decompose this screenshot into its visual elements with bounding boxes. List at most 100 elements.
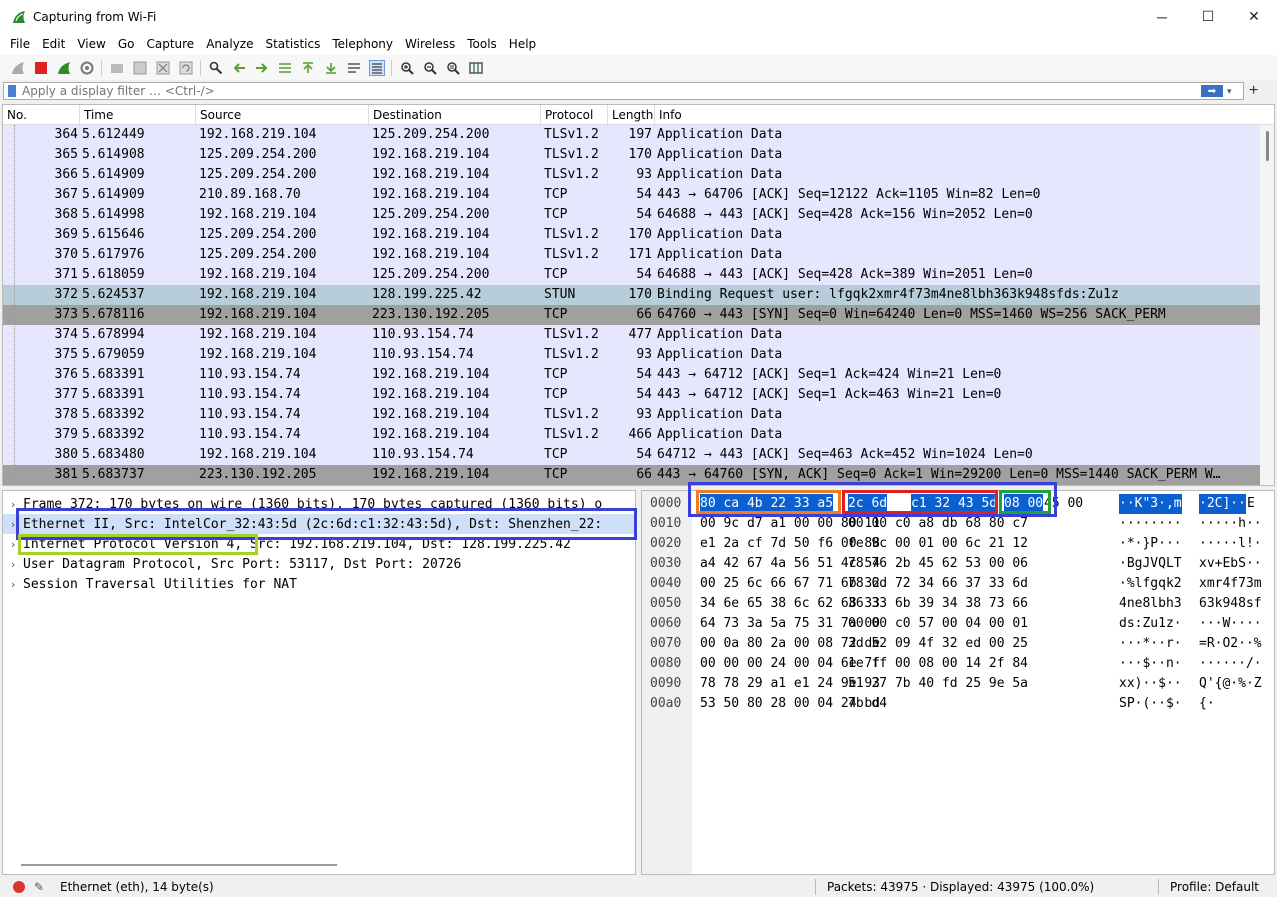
resize-columns-icon[interactable] bbox=[468, 60, 484, 76]
bytes-ascii[interactable]: SP·(··$· bbox=[1119, 694, 1182, 714]
menu-telephony[interactable]: Telephony bbox=[326, 37, 399, 51]
find-packet-icon[interactable] bbox=[208, 60, 224, 76]
add-filter-button[interactable]: + bbox=[1249, 82, 1258, 100]
zoom-in-icon[interactable] bbox=[399, 60, 415, 76]
bytes-ascii[interactable]: xv+EbS·· bbox=[1199, 554, 1262, 574]
packet-row[interactable]: 376 5.683391 110.93.154.74 192.168.219.104 T… bbox=[3, 365, 1274, 385]
chevron-right-icon[interactable]: › bbox=[3, 498, 23, 511]
bytes-ascii[interactable]: ··K"3·,m bbox=[1119, 494, 1182, 514]
save-file-icon[interactable] bbox=[132, 60, 148, 76]
bytes-hex[interactable]: 45 00 bbox=[1044, 494, 1083, 514]
bytes-ascii[interactable]: ···W···· bbox=[1199, 614, 1262, 634]
bytes-ascii[interactable]: ·····h·· bbox=[1199, 514, 1262, 534]
detail-tree-item[interactable]: › Ethernet II, Src: IntelCor_32:43:5d (2c… bbox=[3, 514, 635, 534]
menu-view[interactable]: View bbox=[71, 37, 111, 51]
shark-fin-icon[interactable] bbox=[10, 60, 26, 76]
reload-file-icon[interactable] bbox=[178, 60, 194, 76]
bytes-ascii[interactable]: ········ bbox=[1119, 514, 1182, 534]
bytes-ascii[interactable]: 4ne8lbh3 bbox=[1119, 594, 1182, 614]
column-header-length[interactable]: Length bbox=[608, 105, 655, 124]
menu-wireless[interactable]: Wireless bbox=[399, 37, 461, 51]
detail-tree-item[interactable]: › Frame 372: 170 bytes on wire (1360 bits… bbox=[3, 494, 635, 514]
packet-row[interactable]: 370 5.617976 125.209.254.200 192.168.219.10… bbox=[3, 245, 1274, 265]
bytes-hex-ethertype[interactable]: 08 00 bbox=[1004, 494, 1044, 514]
apply-filter-button[interactable]: ➡ bbox=[1201, 85, 1223, 97]
menu-tools[interactable]: Tools bbox=[461, 37, 503, 51]
display-filter-input[interactable] bbox=[22, 84, 1201, 98]
bytes-hex[interactable]: 00 00 c0 57 00 04 00 01 bbox=[848, 614, 1028, 634]
bytes-hex[interactable]: 51 27 7b 40 fd 25 9e 5a bbox=[848, 674, 1028, 694]
colorize-icon[interactable] bbox=[368, 59, 385, 76]
capture-status-icon[interactable] bbox=[13, 881, 25, 893]
bytes-hex[interactable]: 78 76 2b 45 62 53 00 06 bbox=[848, 554, 1028, 574]
chevron-right-icon[interactable]: › bbox=[3, 578, 23, 591]
menu-file[interactable]: File bbox=[4, 37, 36, 51]
bytes-hex[interactable]: 36 33 6b 39 34 38 73 66 bbox=[848, 594, 1028, 614]
zoom-out-icon[interactable] bbox=[422, 60, 438, 76]
filter-bookmark-icon[interactable] bbox=[8, 85, 16, 97]
column-header-time[interactable]: Time bbox=[80, 105, 196, 124]
maximize-button[interactable]: ☐ bbox=[1185, 0, 1231, 33]
packet-row[interactable]: 365 5.614908 125.209.254.200 192.168.219.10… bbox=[3, 145, 1274, 165]
column-header-protocol[interactable]: Protocol bbox=[541, 105, 608, 124]
close-file-icon[interactable] bbox=[155, 60, 171, 76]
capture-options-icon[interactable] bbox=[79, 60, 95, 76]
zoom-normal-icon[interactable] bbox=[445, 60, 461, 76]
bytes-hex-dst-mac[interactable]: 80 ca 4b 22 33 a5 bbox=[700, 494, 834, 514]
packet-row[interactable]: 378 5.683392 110.93.154.74 192.168.219.104 T… bbox=[3, 405, 1274, 425]
bytes-ascii[interactable]: =R·O2··% bbox=[1199, 634, 1262, 654]
packet-row[interactable]: 377 5.683391 110.93.154.74 192.168.219.104 T… bbox=[3, 385, 1274, 405]
menu-capture[interactable]: Capture bbox=[140, 37, 200, 51]
bytes-ascii[interactable]: ···*··r· bbox=[1119, 634, 1182, 654]
column-header-info[interactable]: Info bbox=[655, 105, 1274, 124]
packet-row[interactable]: 369 5.615646 125.209.254.200 192.168.219.10… bbox=[3, 225, 1274, 245]
chevron-right-icon[interactable]: › bbox=[3, 518, 23, 531]
chevron-down-icon[interactable]: ▾ bbox=[1227, 86, 1239, 97]
packet-row[interactable]: 381 5.683737 223.130.192.205 192.168.219.10… bbox=[3, 465, 1274, 485]
bytes-ascii[interactable]: 63k948sf bbox=[1199, 594, 1262, 614]
column-header-source[interactable]: Source bbox=[196, 105, 369, 124]
packet-row[interactable]: 372 5.624537 192.168.219.104 128.199.225.42… bbox=[3, 285, 1274, 305]
bytes-ascii[interactable]: ······/· bbox=[1199, 654, 1262, 674]
bytes-ascii[interactable]: xmr4f73m bbox=[1199, 574, 1262, 594]
chevron-right-icon[interactable]: › bbox=[3, 538, 23, 551]
restart-capture-icon[interactable] bbox=[56, 60, 72, 76]
bytes-hex-src-mac-part[interactable]: c1 32 43 5d bbox=[911, 494, 998, 514]
column-header-no[interactable]: No. bbox=[3, 105, 80, 124]
chevron-right-icon[interactable]: › bbox=[3, 558, 23, 571]
bytes-hex[interactable]: fe 9c 00 01 00 6c 21 12 bbox=[848, 534, 1028, 554]
auto-scroll-icon[interactable] bbox=[346, 60, 362, 76]
menu-analyze[interactable]: Analyze bbox=[200, 37, 259, 51]
scrollbar-thumb[interactable] bbox=[1266, 131, 1269, 161]
packet-row[interactable]: 371 5.618059 192.168.219.104 125.209.254.20… bbox=[3, 265, 1274, 285]
bytes-hex[interactable]: 00 00 c0 a8 db 68 80 c7 bbox=[848, 514, 1028, 534]
column-header-destination[interactable]: Destination bbox=[369, 105, 541, 124]
bytes-hex[interactable]: 1e ff 00 08 00 14 2f 84 bbox=[848, 654, 1028, 674]
packet-row[interactable]: 379 5.683392 110.93.154.74 192.168.219.104 T… bbox=[3, 425, 1274, 445]
edit-comment-icon[interactable]: ✎ bbox=[34, 880, 48, 894]
go-last-icon[interactable] bbox=[323, 60, 339, 76]
go-back-icon[interactable] bbox=[231, 60, 247, 76]
packet-row[interactable]: 380 5.683480 192.168.219.104 110.93.154.74 T… bbox=[3, 445, 1274, 465]
bytes-ascii[interactable]: ·*·}P··· bbox=[1119, 534, 1182, 554]
bytes-ascii[interactable]: ·%lfgqk2 bbox=[1119, 574, 1182, 594]
packet-list-scrollbar[interactable] bbox=[1260, 125, 1274, 485]
go-to-packet-icon[interactable] bbox=[277, 60, 293, 76]
status-profile[interactable]: Profile: Default bbox=[1170, 880, 1259, 894]
bytes-ascii[interactable]: Q'{@·%·Z bbox=[1199, 674, 1262, 694]
detail-tree-item[interactable]: › Session Traversal Utilities for NAT bbox=[3, 574, 635, 594]
detail-tree-item[interactable]: › Internet Protocol Version 4, Src: 192.1… bbox=[3, 534, 635, 554]
packet-row[interactable]: 364 5.612449 192.168.219.104 125.209.254.20… bbox=[3, 125, 1274, 145]
packet-row[interactable]: 367 5.614909 210.89.168.70 192.168.219.104 T… bbox=[3, 185, 1274, 205]
go-forward-icon[interactable] bbox=[254, 60, 270, 76]
bytes-ascii[interactable]: ·2C]·· bbox=[1199, 494, 1246, 514]
bytes-hex[interactable]: 7b d4 bbox=[848, 694, 887, 714]
go-first-icon[interactable] bbox=[300, 60, 316, 76]
bytes-ascii[interactable]: xx)··$·· bbox=[1119, 674, 1182, 694]
bytes-ascii[interactable]: E bbox=[1247, 494, 1255, 514]
bytes-hex-src-mac-part[interactable]: 2c 6d bbox=[848, 494, 888, 514]
menu-edit[interactable]: Edit bbox=[36, 37, 71, 51]
open-file-icon[interactable] bbox=[109, 60, 125, 76]
packet-row[interactable]: 368 5.614998 192.168.219.104 125.209.254.20… bbox=[3, 205, 1274, 225]
bytes-hex[interactable]: 3d 52 09 4f 32 ed 00 25 bbox=[848, 634, 1028, 654]
